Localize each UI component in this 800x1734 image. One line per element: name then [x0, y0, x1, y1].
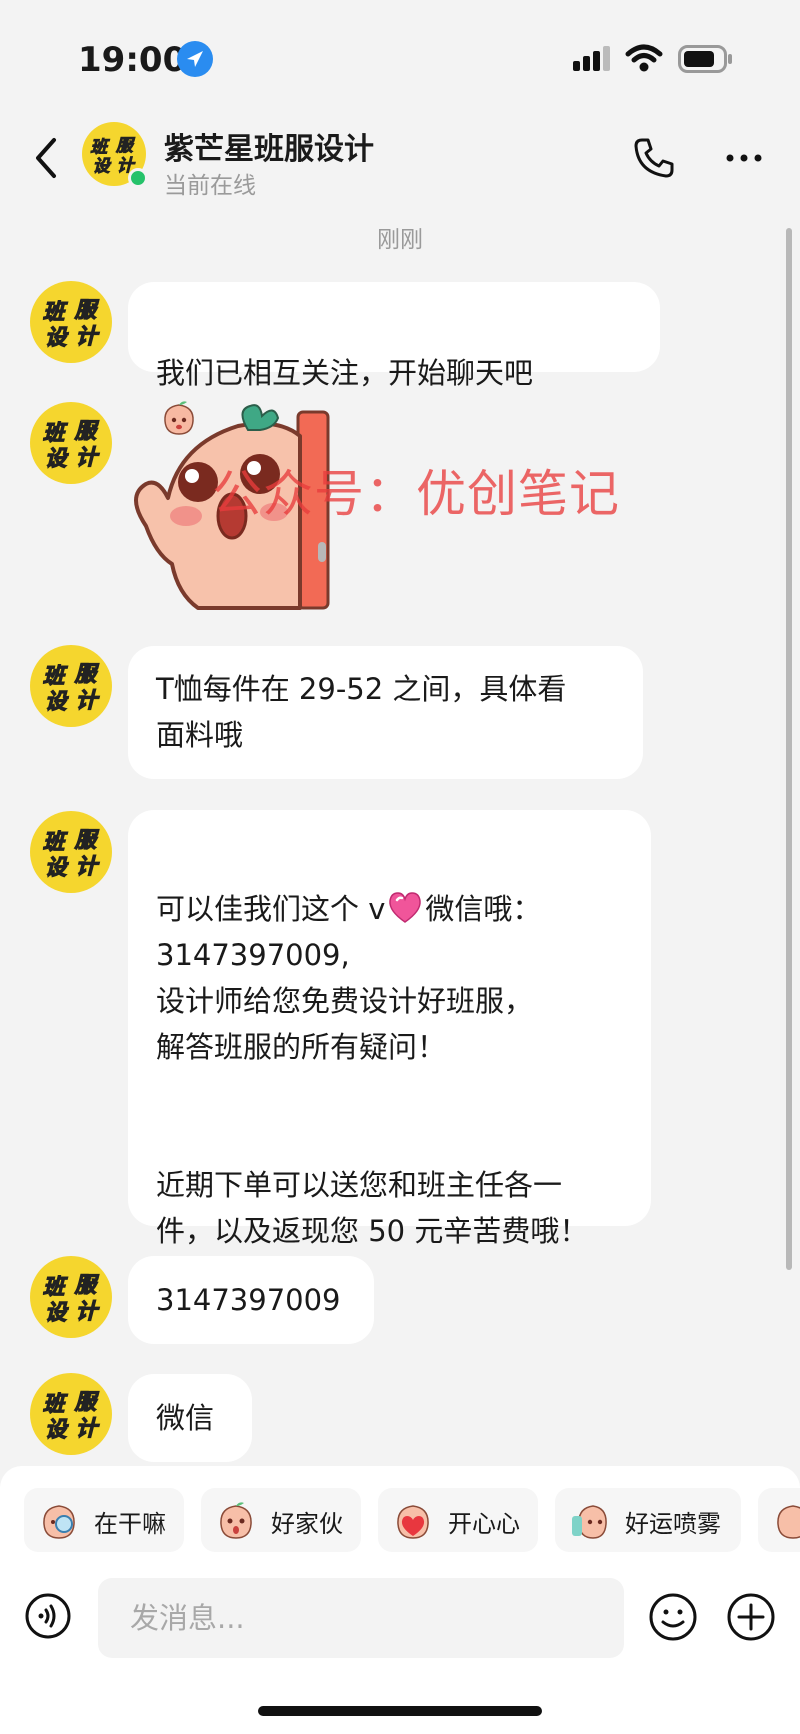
- quick-reply-chip[interactable]: 开心心: [378, 1488, 538, 1552]
- quick-reply-label: 在干嘛: [94, 1510, 166, 1538]
- avatar-char: 服: [74, 828, 100, 853]
- avatar-char: 服: [74, 662, 100, 687]
- avatar-char: 班: [43, 421, 68, 446]
- location-arrow-icon: [177, 41, 213, 77]
- message-avatar[interactable]: 班 服 设 计: [30, 402, 112, 484]
- peach-magnifier-icon: [43, 1505, 75, 1539]
- peach-heart-icon: [397, 1505, 429, 1539]
- avatar-char: 计: [76, 325, 100, 350]
- phone-icon[interactable]: [632, 136, 676, 180]
- avatar-char: 服: [74, 1273, 100, 1298]
- avatar-char: 服: [74, 298, 100, 323]
- message-avatar[interactable]: 班 服 设 计: [30, 1373, 112, 1455]
- message-bubble[interactable]: 微信: [128, 1374, 252, 1462]
- message-input[interactable]: [98, 1578, 624, 1658]
- message-avatar[interactable]: 班 服 设 计: [30, 811, 112, 893]
- quick-reply-chip[interactable]: 好运喷雾: [555, 1488, 741, 1552]
- avatar-char: 班: [43, 1275, 68, 1300]
- watermark-text: 公众号：优创笔记: [212, 465, 620, 523]
- message-bubble[interactable]: T恤每件在 29-52 之间，具体看 面料哦: [128, 646, 643, 779]
- message-text: 微信哦： 3147397009, 设计师给您免费设计好班服， 解答班服的所有疑问…: [156, 892, 589, 1248]
- quick-reply-label: 好家伙: [271, 1510, 343, 1538]
- avatar-char: 班: [43, 300, 68, 325]
- message-avatar[interactable]: 班 服 设 计: [30, 645, 112, 727]
- chat-header: 班 服 设 计 紫芒星班服设计 当前在线: [0, 110, 800, 220]
- avatar-char: 设: [45, 447, 69, 472]
- avatar-char: 计: [76, 855, 100, 880]
- avatar-char: 计: [76, 1300, 100, 1325]
- quick-reply-chip[interactable]: [758, 1488, 800, 1552]
- cellular-signal-icon: [573, 46, 610, 71]
- voice-input-icon[interactable]: [24, 1592, 72, 1640]
- contact-status: 当前在线: [164, 173, 256, 199]
- message-bubble[interactable]: 可以佳我们这个 v 微信哦： 3147397009, 设计师给您免费设计好班服，…: [128, 810, 651, 1248]
- message-text: 我们已相互关注，开始聊天吧: [156, 356, 534, 390]
- quick-reply-label: 好运喷雾: [625, 1510, 721, 1538]
- message-timestamp: 刚刚: [377, 227, 423, 253]
- avatar-char: 班: [43, 1392, 68, 1417]
- battery-icon: [678, 45, 732, 73]
- avatar-char: 设: [45, 1301, 69, 1326]
- quick-reply-chip[interactable]: 好家伙: [201, 1488, 361, 1552]
- quick-reply-chip[interactable]: 在干嘛: [24, 1488, 184, 1552]
- avatar-char: 服: [74, 1390, 100, 1415]
- message-bubble[interactable]: 3147397009: [128, 1256, 374, 1344]
- peach-sticker-icon: [777, 1505, 800, 1539]
- avatar-char: 服: [74, 419, 100, 444]
- avatar-char: 设: [93, 156, 112, 176]
- avatar-char: 设: [45, 690, 69, 715]
- quick-reply-bar: 在干嘛 好家伙 开心心 好运喷雾: [0, 1466, 800, 1578]
- message-text: 可以佳我们这个 v: [156, 892, 386, 926]
- avatar-char: 班: [43, 664, 68, 689]
- peach-spray-icon: [572, 1505, 607, 1539]
- avatar-char: 计: [76, 689, 100, 714]
- avatar-char: 设: [45, 1418, 69, 1443]
- message-avatar[interactable]: 班 服 设 计: [30, 281, 112, 363]
- message-avatar[interactable]: 班 服 设 计: [30, 1256, 112, 1338]
- avatar-char: 班: [43, 830, 68, 855]
- plus-icon[interactable]: [726, 1592, 776, 1642]
- message-input-bar: [0, 1578, 800, 1734]
- peach-surprised-icon: [220, 1502, 252, 1539]
- chat-scrollbar[interactable]: [786, 228, 792, 1270]
- more-options-icon[interactable]: [722, 136, 766, 180]
- message-bubble[interactable]: 我们已相互关注，开始聊天吧: [128, 282, 660, 435]
- wifi-icon: [625, 44, 663, 72]
- status-time: 19:00: [78, 40, 187, 80]
- home-indicator: [258, 1706, 542, 1716]
- status-bar: 19:00: [0, 0, 800, 110]
- avatar-char: 计: [76, 1417, 100, 1442]
- avatar-char: 计: [76, 446, 100, 471]
- online-status-dot: [128, 168, 148, 188]
- avatar-char: 设: [45, 326, 69, 351]
- contact-name[interactable]: 紫芒星班服设计: [164, 124, 374, 168]
- sparkling-heart-icon: [389, 892, 422, 923]
- quick-reply-label: 开心心: [448, 1510, 520, 1538]
- back-arrow-icon[interactable]: [30, 134, 62, 182]
- emoji-icon[interactable]: [648, 1592, 698, 1642]
- avatar-char: 设: [45, 856, 69, 881]
